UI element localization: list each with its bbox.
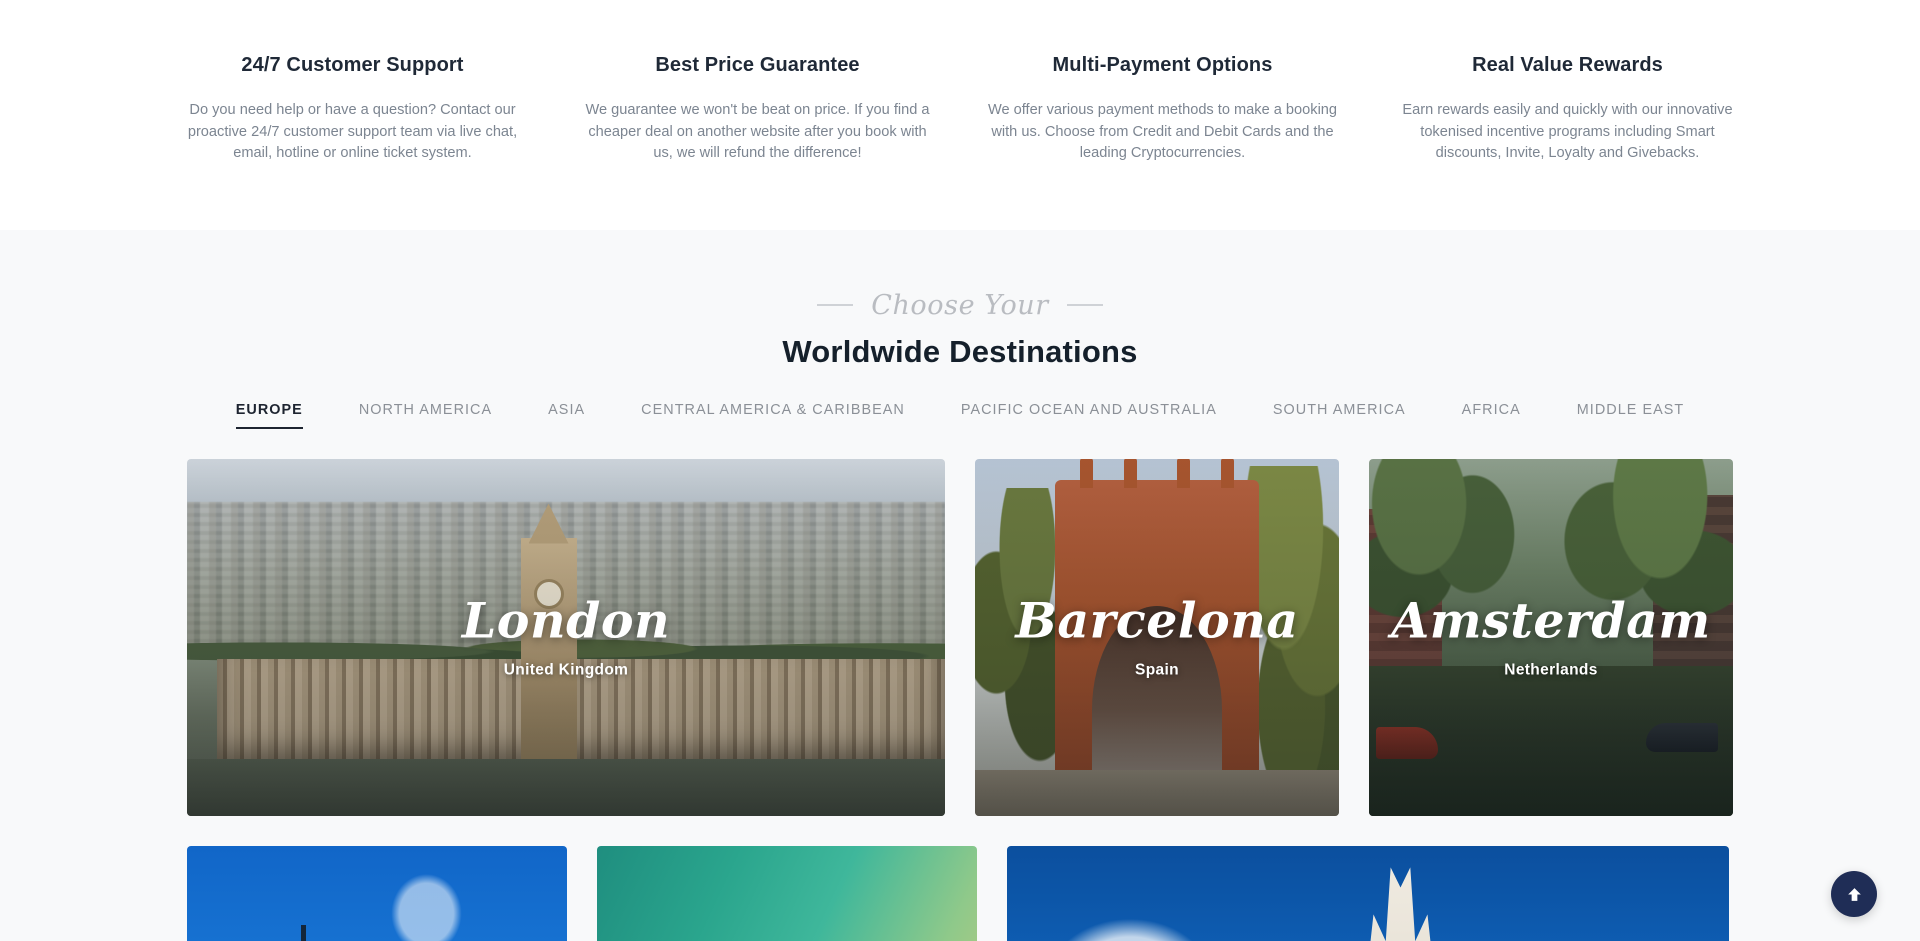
feature-description: Do you need help or have a question? Con… [187, 102, 518, 161]
destination-card-row2-2[interactable] [597, 846, 977, 941]
section-eyebrow: Choose Your [0, 286, 1920, 324]
destination-city: Barcelona [1015, 590, 1299, 649]
eyebrow-rule-right [1066, 304, 1103, 306]
cloud-shape [1035, 910, 1224, 941]
tab-label: SOUTH AMERICA [1272, 402, 1406, 418]
tab-pacific-ocean-australia[interactable]: PACIFIC OCEAN AND AUSTRALIA [933, 400, 1245, 429]
tab-middle-east[interactable]: MIDDLE EAST [1549, 400, 1713, 429]
turquoise-water-scene [597, 846, 977, 941]
destination-country: United Kingdom [503, 660, 629, 678]
tab-europe[interactable]: EUROPE [208, 400, 331, 429]
destination-photo-row2-1 [187, 846, 567, 941]
destination-caption: London United Kingdom [187, 593, 945, 679]
tab-label: PACIFIC OCEAN AND AUSTRALIA [960, 402, 1217, 418]
feature-title: Best Price Guarantee [655, 54, 860, 76]
destination-card-london[interactable]: London United Kingdom [187, 459, 945, 816]
destination-caption: Barcelona Spain [975, 593, 1339, 679]
tab-africa[interactable]: AFRICA [1434, 400, 1549, 429]
destination-card-amsterdam[interactable]: Amsterdam Netherlands [1369, 459, 1733, 816]
feature-title: Real Value Rewards [1472, 54, 1663, 76]
tab-label: CENTRAL AMERICA & CARIBBEAN [641, 402, 905, 418]
destination-caption: Amsterdam Netherlands [1369, 593, 1733, 679]
spire-shape [301, 924, 306, 941]
features-row: 24/7 Customer Support Do you need help o… [0, 52, 1920, 165]
cloud-shape [384, 867, 469, 941]
destination-card-barcelona[interactable]: Barcelona Spain [975, 459, 1339, 816]
page-title: Worldwide Destinations [782, 334, 1138, 369]
destination-city: Amsterdam [1391, 590, 1711, 649]
feature-description: We guarantee we won't be beat on price. … [585, 102, 930, 161]
cathedral-shape [1348, 867, 1453, 941]
destination-country: Spain [1135, 660, 1179, 678]
feature-item-price-guarantee: Best Price Guarantee We guarantee we won… [555, 52, 960, 165]
tab-label: ASIA [548, 402, 586, 418]
destinations-section: Choose Your Worldwide Destinations EUROP… [0, 230, 1920, 941]
feature-item-customer-support: 24/7 Customer Support Do you need help o… [150, 52, 555, 165]
destination-country: Netherlands [1504, 660, 1598, 678]
tab-label: AFRICA [1461, 402, 1521, 418]
tab-label: EUROPE [235, 402, 303, 418]
destination-card-row2-3[interactable] [1007, 846, 1729, 941]
region-tabs: EUROPE NORTH AMERICA ASIA CENTRAL AMERIC… [0, 400, 1920, 429]
eyebrow-label: Choose Your [871, 289, 1049, 321]
feature-description: Earn rewards easily and quickly with our… [1402, 102, 1733, 161]
cathedral-sky-scene [1007, 846, 1729, 941]
tab-label: MIDDLE EAST [1576, 402, 1685, 418]
feature-item-payment-options: Multi-Payment Options We offer various p… [960, 52, 1365, 165]
tab-asia[interactable]: ASIA [520, 400, 613, 429]
feature-title: 24/7 Customer Support [241, 54, 464, 76]
feature-item-value-rewards: Real Value Rewards Earn rewards easily a… [1365, 52, 1770, 165]
blue-sky-spire-scene [187, 846, 567, 941]
destination-city: London [461, 590, 671, 649]
feature-title: Multi-Payment Options [1052, 54, 1273, 76]
features-section: 24/7 Customer Support Do you need help o… [0, 0, 1920, 230]
scroll-to-top-button[interactable] [1831, 871, 1877, 917]
destination-photo-row2-2 [597, 846, 977, 941]
destination-photo-row2-3 [1007, 846, 1729, 941]
destination-card-row2-1[interactable] [187, 846, 567, 941]
tab-south-america[interactable]: SOUTH AMERICA [1245, 400, 1434, 429]
tab-label: NORTH AMERICA [358, 402, 493, 418]
tab-north-america[interactable]: NORTH AMERICA [331, 400, 520, 429]
destination-card-grid: London United Kingdom Barcelona Spain Am… [187, 459, 1733, 941]
eyebrow-rule-left [817, 304, 854, 306]
arrow-up-icon [1847, 887, 1861, 901]
tab-central-america-caribbean[interactable]: CENTRAL AMERICA & CARIBBEAN [613, 400, 933, 429]
feature-description: We offer various payment methods to make… [987, 102, 1338, 161]
